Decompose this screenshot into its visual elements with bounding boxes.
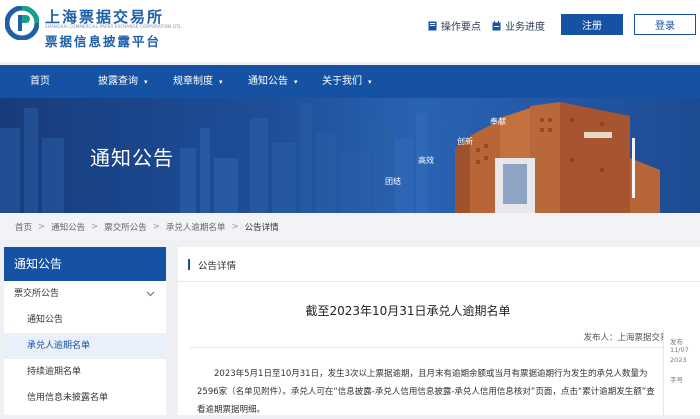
page-banner: 通知公告 奉献 创新 高效 团结 [0, 98, 700, 213]
top-header: 上海票据交易所 SHANGHAI COMMERCIAL PAPER EXCHAN… [0, 0, 700, 62]
breadcrumb: 首页 > 通知公告 > 票交所公告 > 承兑人逾期名单 > 公告详情 [0, 213, 700, 240]
sidebar-item-undisclosed[interactable]: 信用信息未披露名单 [4, 385, 166, 411]
banner-word: 奉献 [490, 117, 506, 126]
chevron-right-icon: > [231, 221, 239, 232]
chevron-right-icon: > [38, 221, 46, 232]
banner-word: 创新 [457, 137, 473, 146]
breadcrumb-item[interactable]: 承兑人逾期名单 [166, 221, 226, 233]
breadcrumb-item[interactable]: 票交所公告 [104, 221, 147, 233]
sidebar-menu: 票交所公告 通知公告 承兑人逾期名单 持续逾期名单 信用信息未披露名单 [4, 281, 166, 415]
chevron-right-icon: > [152, 221, 160, 232]
caret-down-icon: ▾ [144, 78, 148, 86]
breadcrumb-item[interactable]: 首页 [15, 221, 32, 233]
article-panel: 公告详情 截至2023年10月31日承兑人逾期名单 发布人：上海票据交易所 20… [178, 247, 700, 415]
sidebar-item-label: 承兑人逾期名单 [27, 341, 91, 351]
article-title: 截至2023年10月31日承兑人逾期名单 [305, 304, 511, 318]
divider [190, 347, 678, 348]
register-button[interactable]: 注册 [561, 14, 623, 35]
section-header: 公告详情 [178, 247, 700, 282]
guide-link[interactable]: 操作要点 [428, 18, 481, 33]
logo-subtitle: 票据信息披露平台 [45, 34, 162, 49]
calendar-icon [492, 20, 501, 30]
article-body: 2023年5月1日至10月31日，发生3次以上票据逾期，且月末有逾期余额或当月有… [197, 369, 655, 415]
breadcrumb-item[interactable]: 通知公告 [51, 221, 85, 233]
nav-home[interactable]: 首页 [30, 65, 50, 98]
book-icon [428, 21, 437, 30]
nav-label: 规章制度 [173, 76, 213, 87]
nav-label: 披露查询 [98, 76, 138, 87]
sidebar-heading: 通知公告 [4, 247, 166, 281]
sidebar-item-continuous-overdue[interactable]: 持续逾期名单 [4, 359, 166, 385]
font-size-control[interactable]: 字号 [670, 374, 683, 384]
progress-link[interactable]: 业务进度 [492, 18, 545, 33]
nav-notices[interactable]: 通知公告 ▾ [248, 65, 298, 98]
nav-disclosure-query[interactable]: 披露查询 ▾ [98, 65, 148, 98]
sidebar-item-label: 持续逾期名单 [27, 367, 82, 377]
nav-regulations[interactable]: 规章制度 ▾ [173, 65, 223, 98]
chevron-up-icon [146, 291, 155, 297]
date-side-tab: 发布 11/07 2023 字号 [663, 330, 700, 415]
nav-label: 关于我们 [322, 76, 362, 87]
sidebar-group-label: 票交所公告 [14, 289, 60, 299]
progress-link-label: 业务进度 [505, 22, 545, 33]
sidebar-item-overdue-list[interactable]: 承兑人逾期名单 [4, 333, 166, 359]
banner-title: 通知公告 [90, 146, 174, 170]
date-tab-year: 2023 [670, 356, 687, 364]
sidebar-item-label: 通知公告 [27, 315, 64, 325]
section-accent-bar [188, 259, 190, 270]
nav-about[interactable]: 关于我们 ▾ [322, 65, 372, 98]
nav-label: 首页 [30, 76, 50, 87]
guide-link-label: 操作要点 [441, 22, 481, 33]
caret-down-icon: ▾ [368, 78, 372, 86]
main-nav: 首页 披露查询 ▾ 规章制度 ▾ 通知公告 ▾ 关于我们 ▾ [0, 65, 700, 98]
caret-down-icon: ▾ [294, 78, 298, 86]
sidebar-item-notices[interactable]: 通知公告 [4, 307, 166, 333]
logo-english: SHANGHAI COMMERCIAL PAPER EXCHANGE CORPO… [45, 24, 183, 29]
sidebar-item-label: 信用信息未披露名单 [27, 393, 109, 403]
sidebar-group-exchange-notices[interactable]: 票交所公告 [4, 281, 166, 307]
banner-word: 高效 [418, 156, 434, 165]
breadcrumb-current: 公告详情 [244, 222, 279, 233]
date-tab-label: 发布 [670, 338, 683, 346]
caret-down-icon: ▾ [219, 78, 223, 86]
date-tab-date: 11/07 [670, 346, 689, 354]
chevron-right-icon: > [91, 221, 99, 232]
banner-word: 团结 [385, 177, 401, 186]
login-button[interactable]: 登录 [634, 14, 696, 35]
section-label: 公告详情 [198, 261, 237, 272]
sse-logo-icon[interactable] [5, 6, 39, 40]
nav-label: 通知公告 [248, 76, 288, 87]
